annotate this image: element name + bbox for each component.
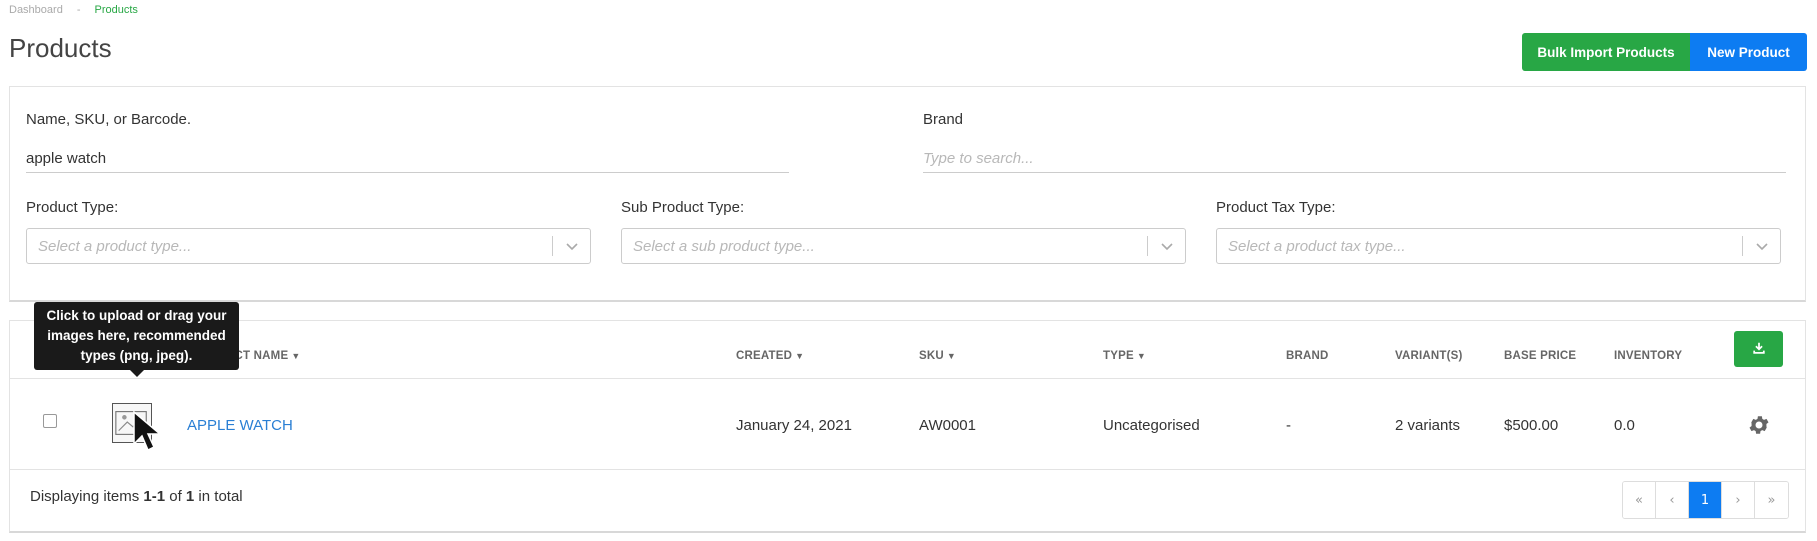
select-divider <box>1147 236 1148 256</box>
brand-search-input[interactable] <box>923 144 1786 173</box>
cell-brand: - <box>1286 417 1291 434</box>
filter-panel: Name, SKU, or Barcode. Brand Product Typ… <box>9 86 1806 302</box>
upload-tooltip: Click to upload or drag your images here… <box>34 302 239 377</box>
tooltip-text: Click to upload or drag your images here… <box>46 308 227 363</box>
next-page-button[interactable]: › <box>1722 482 1755 518</box>
brand-label: Brand <box>923 111 964 128</box>
header-actions: Bulk Import Products New Product <box>1522 33 1807 71</box>
cell-type: Uncategorised <box>1103 417 1200 434</box>
column-header-base-price: BASE PRICE <box>1504 350 1577 362</box>
gear-icon[interactable] <box>1747 413 1771 437</box>
tooltip-arrow <box>130 370 144 377</box>
sort-caret-icon: ▼ <box>1136 351 1146 361</box>
chevron-down-icon[interactable] <box>1754 238 1770 254</box>
column-header-type[interactable]: TYPE ▼ <box>1103 350 1146 362</box>
tax-type-placeholder: Select a product tax type... <box>1228 238 1406 255</box>
column-header-label: SKU <box>919 350 944 362</box>
chevron-down-icon[interactable] <box>1159 238 1175 254</box>
summary-suffix: in total <box>194 488 243 505</box>
search-input[interactable] <box>26 144 789 173</box>
bulk-import-button[interactable]: Bulk Import Products <box>1522 33 1690 71</box>
sub-product-type-label: Sub Product Type: <box>621 199 745 216</box>
products-table: PRODUCT NAME ▼ CREATED ▼ SKU ▼ TYPE ▼ BRAND … <box>9 320 1806 533</box>
column-header-label: TYPE <box>1103 350 1134 362</box>
search-label: Name, SKU, or Barcode. <box>26 111 192 128</box>
export-button[interactable] <box>1734 331 1783 367</box>
summary-middle: of <box>165 488 186 505</box>
header-divider <box>10 378 1805 379</box>
product-type-label: Product Type: <box>26 199 119 216</box>
cell-base-price: $500.00 <box>1504 417 1559 434</box>
column-header-variants: VARIANT(S) <box>1395 350 1463 362</box>
summary-total: 1 <box>185 488 195 505</box>
row-select-checkbox[interactable] <box>43 414 57 428</box>
breadcrumb-home[interactable]: Dashboard <box>9 4 63 16</box>
sub-product-type-placeholder: Select a sub product type... <box>633 238 815 255</box>
sort-caret-icon: ▼ <box>946 351 956 361</box>
product-type-select[interactable]: Select a product type... <box>26 228 591 264</box>
tax-type-select[interactable]: Select a product tax type... <box>1216 228 1781 264</box>
breadcrumb-separator: - <box>76 4 81 16</box>
download-icon <box>1752 342 1765 354</box>
prev-page-button[interactable]: ‹ <box>1656 482 1689 518</box>
column-header-brand: BRAND <box>1286 350 1329 362</box>
row-divider <box>10 469 1805 470</box>
column-header-inventory: INVENTORY <box>1614 350 1683 362</box>
summary-range: 1-1 <box>143 488 166 505</box>
summary-prefix: Displaying items <box>30 488 144 505</box>
select-divider <box>1742 236 1743 256</box>
sub-product-type-select[interactable]: Select a sub product type... <box>621 228 1186 264</box>
page-button-current[interactable]: 1 <box>1689 482 1722 518</box>
breadcrumb: Dashboard - Products <box>9 4 138 16</box>
product-type-placeholder: Select a product type... <box>38 238 192 255</box>
pointer-cursor-icon <box>133 410 163 452</box>
page-title: Products <box>9 33 112 63</box>
tax-type-label: Product Tax Type: <box>1216 199 1336 216</box>
column-header-created[interactable]: CREATED ▼ <box>736 350 804 362</box>
cell-sku: AW0001 <box>919 417 976 434</box>
cell-created: January 24, 2021 <box>736 417 852 434</box>
sort-caret-icon: ▼ <box>291 351 301 361</box>
cell-variants: 2 variants <box>1395 417 1461 434</box>
pagination: « ‹ 1 › » <box>1622 481 1789 519</box>
product-name-link[interactable]: APPLE WATCH <box>187 417 293 434</box>
pagination-summary: Displaying items 1-1 of 1 in total <box>30 488 243 505</box>
breadcrumb-current[interactable]: Products <box>95 4 138 16</box>
new-product-button[interactable]: New Product <box>1690 33 1807 71</box>
sort-caret-icon: ▼ <box>795 351 805 361</box>
chevron-down-icon[interactable] <box>564 238 580 254</box>
column-header-label: CREATED <box>736 350 793 362</box>
first-page-button[interactable]: « <box>1623 482 1656 518</box>
last-page-button[interactable]: » <box>1755 482 1788 518</box>
select-divider <box>552 236 553 256</box>
cell-inventory: 0.0 <box>1614 417 1635 434</box>
column-header-sku[interactable]: SKU ▼ <box>919 350 956 362</box>
